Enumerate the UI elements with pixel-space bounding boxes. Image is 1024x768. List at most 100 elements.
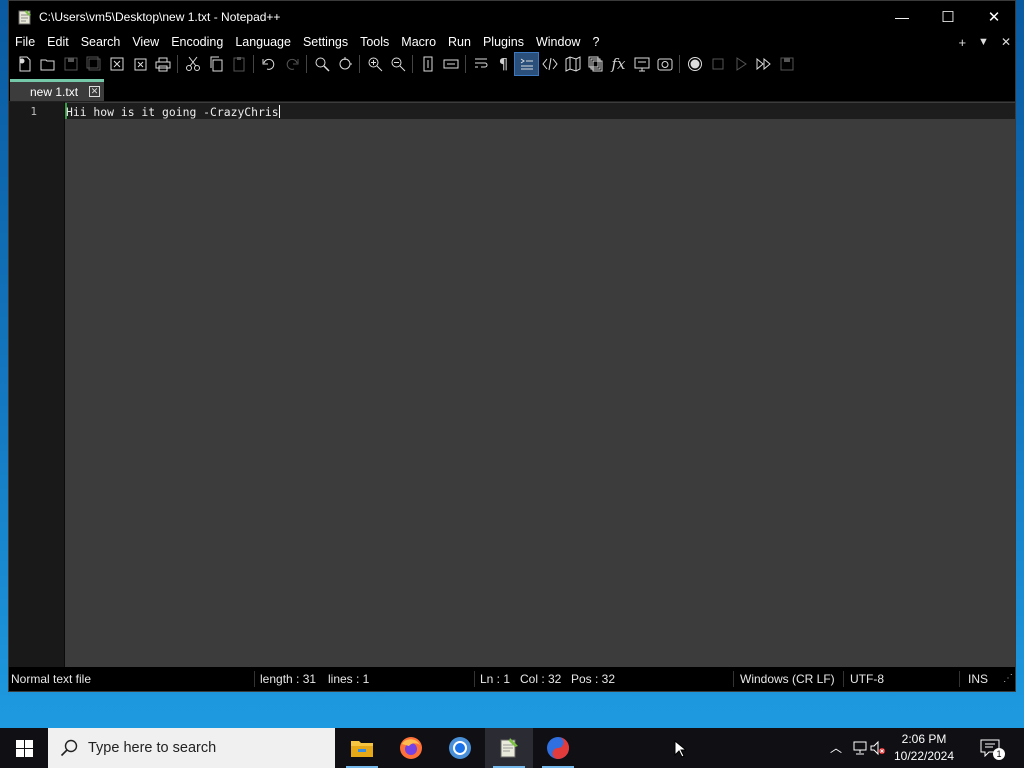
taskbar-notepadpp[interactable] xyxy=(485,728,533,768)
tab-label: new 1.txt xyxy=(30,84,79,99)
zoom-out-icon[interactable] xyxy=(386,53,409,75)
network-icon[interactable] xyxy=(852,740,868,756)
clock-date: 10/22/2024 xyxy=(893,749,955,763)
menu-edit[interactable]: Edit xyxy=(41,32,75,52)
sync-vertical-icon[interactable] xyxy=(416,53,439,75)
status-ln: Ln : 1 xyxy=(480,672,511,686)
volume-muted-icon[interactable] xyxy=(870,740,886,756)
windows-logo-icon xyxy=(15,739,33,757)
close-all-icon[interactable] xyxy=(128,53,151,75)
menu-window[interactable]: Window xyxy=(530,32,586,52)
minimize-icon: — xyxy=(895,8,909,25)
status-separator xyxy=(254,671,255,687)
menu-tools[interactable]: Tools xyxy=(354,32,395,52)
replace-icon[interactable] xyxy=(333,53,356,75)
play-macro-icon[interactable] xyxy=(729,53,752,75)
document-map-icon[interactable] xyxy=(561,53,584,75)
menu-view[interactable]: View xyxy=(126,32,165,52)
cut-icon[interactable] xyxy=(181,53,204,75)
toolbar-separator xyxy=(359,55,360,73)
app-swirl-icon xyxy=(547,737,569,759)
menu-plugins[interactable]: Plugins xyxy=(477,32,530,52)
status-separator xyxy=(959,671,960,687)
taskbar-file-explorer[interactable] xyxy=(338,728,386,768)
resize-grip-icon[interactable]: ⋰ xyxy=(1003,667,1013,691)
taskbar-app[interactable] xyxy=(534,728,582,768)
record-macro-icon[interactable] xyxy=(683,53,706,75)
line-number-gutter: 1 xyxy=(9,102,65,667)
monitoring-icon[interactable] xyxy=(653,53,676,75)
tab-new-1-txt[interactable]: new 1.txt ✕ xyxy=(10,79,104,101)
chevron-up-icon[interactable]: ︿ xyxy=(830,739,842,756)
code-line[interactable]: Hii how is it going -CrazyChris xyxy=(66,105,280,119)
indent-guide-icon[interactable] xyxy=(514,52,539,76)
title-bar[interactable]: C:\Users\vm5\Desktop\new 1.txt - Notepad… xyxy=(9,1,1015,32)
start-button[interactable] xyxy=(0,728,48,768)
toolbar-separator xyxy=(412,55,413,73)
clock[interactable]: 2:06 PM 10/22/2024 xyxy=(886,731,962,765)
undo-icon[interactable] xyxy=(257,53,280,75)
taskbar-firefox[interactable] xyxy=(387,728,435,768)
mouse-pointer-icon xyxy=(674,740,686,758)
code-text: Hii how is it going -CrazyChris xyxy=(66,105,279,119)
menu-help[interactable]: ? xyxy=(586,32,605,52)
menu-search[interactable]: Search xyxy=(75,32,127,52)
status-eol[interactable]: Windows (CR LF) xyxy=(740,667,835,691)
tab-close-icon[interactable]: ✕ xyxy=(89,86,100,97)
minimize-button[interactable]: — xyxy=(879,1,925,32)
taskbar-search-box[interactable]: Type here to search xyxy=(48,728,335,768)
menu-language[interactable]: Language xyxy=(229,32,297,52)
notepadpp-icon xyxy=(17,9,33,25)
dropdown-icon[interactable]: ▼ xyxy=(978,36,989,48)
copy-icon[interactable] xyxy=(204,53,227,75)
status-length: length : 31 xyxy=(260,672,317,686)
menu-settings[interactable]: Settings xyxy=(297,32,354,52)
save-icon[interactable] xyxy=(59,53,82,75)
close-button[interactable]: ✕ xyxy=(971,1,1017,32)
paste-icon[interactable] xyxy=(227,53,250,75)
word-wrap-icon[interactable] xyxy=(469,53,492,75)
taskbar: Type here to search ︿ 2:06 PM 10/22/2024… xyxy=(0,728,1024,768)
maximize-button[interactable]: ☐ xyxy=(925,1,971,32)
status-encoding: UTF-8 xyxy=(850,672,884,686)
status-file-type: Normal text file xyxy=(11,672,92,686)
status-separator xyxy=(733,671,734,687)
stop-macro-icon[interactable] xyxy=(706,53,729,75)
toolbar-separator xyxy=(679,55,680,73)
window-title: C:\Users\vm5\Desktop\new 1.txt - Notepad… xyxy=(39,9,281,24)
status-separator xyxy=(843,671,844,687)
close-file-icon[interactable] xyxy=(105,53,128,75)
editor-area[interactable]: 1 Hii how is it going -CrazyChris xyxy=(9,102,1015,667)
menu-run[interactable]: Run xyxy=(442,32,477,52)
function-list-icon[interactable]: fx xyxy=(607,53,630,75)
toolbar-separator xyxy=(306,55,307,73)
system-tray: ︿ 2:06 PM 10/22/2024 1 xyxy=(824,728,1024,768)
sync-horizontal-icon[interactable] xyxy=(439,53,462,75)
zoom-in-icon[interactable] xyxy=(363,53,386,75)
udl-icon[interactable] xyxy=(538,53,561,75)
document-list-icon[interactable] xyxy=(584,53,607,75)
find-icon[interactable] xyxy=(310,53,333,75)
notepadpp-icon xyxy=(500,738,518,758)
taskbar-chrome[interactable] xyxy=(436,728,484,768)
chrome-icon xyxy=(449,737,471,759)
redo-icon[interactable] xyxy=(280,53,303,75)
status-mode: INS xyxy=(968,672,989,686)
close-icon: ✕ xyxy=(987,8,1001,26)
menu-file[interactable]: File xyxy=(9,32,41,52)
close-doc-icon[interactable]: ✕ xyxy=(1001,35,1011,49)
folder-as-workspace-icon[interactable] xyxy=(630,53,653,75)
run-macro-multiple-icon[interactable] xyxy=(752,53,775,75)
open-folder-icon[interactable] xyxy=(36,53,59,75)
save-macro-icon[interactable] xyxy=(775,53,798,75)
search-placeholder: Type here to search xyxy=(88,740,217,756)
menu-macro[interactable]: Macro xyxy=(395,32,442,52)
new-file-icon[interactable] xyxy=(13,53,36,75)
folder-icon xyxy=(351,741,373,757)
menu-encoding[interactable]: Encoding xyxy=(165,32,229,52)
save-all-icon[interactable] xyxy=(82,53,105,75)
plus-icon[interactable]: + xyxy=(958,35,966,50)
status-lines: lines : 1 xyxy=(328,672,370,686)
show-all-chars-icon[interactable]: ¶ xyxy=(492,53,515,75)
print-icon[interactable] xyxy=(151,53,174,75)
